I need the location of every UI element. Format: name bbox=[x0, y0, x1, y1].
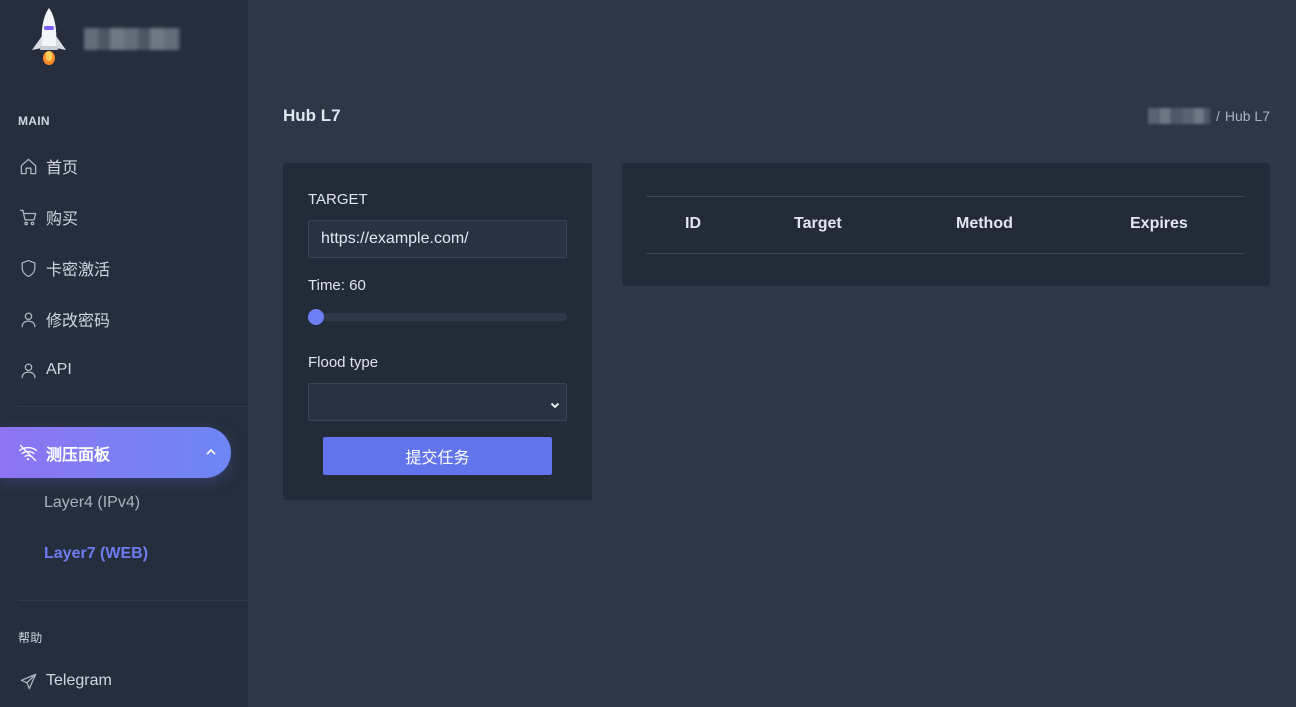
target-input[interactable] bbox=[308, 220, 567, 258]
sidebar-subitem-layer7[interactable]: Layer7 (WEB) bbox=[44, 545, 148, 563]
target-label: TARGET bbox=[308, 191, 368, 208]
sidebar-item-label: 测压面板 bbox=[46, 446, 111, 464]
tasks-table-card: ID Target Method Expires bbox=[622, 163, 1270, 286]
user-icon bbox=[18, 309, 38, 329]
table-header-bottom-border bbox=[646, 253, 1245, 254]
sidebar-item-api[interactable]: API bbox=[18, 354, 228, 386]
time-slider[interactable] bbox=[308, 309, 567, 325]
rocket-logo-icon bbox=[32, 8, 66, 65]
sidebar-item-home[interactable]: 首页 bbox=[18, 150, 228, 182]
sidebar-item-card-activate[interactable]: 卡密激活 bbox=[18, 252, 228, 284]
send-icon bbox=[18, 671, 38, 691]
sidebar-item-stress-panel[interactable]: 测压面板 bbox=[0, 427, 231, 478]
table-header-method: Method bbox=[956, 215, 1013, 232]
sidebar-item-label: Telegram bbox=[46, 672, 112, 689]
table-header-target: Target bbox=[794, 215, 842, 232]
sidebar-item-purchase[interactable]: 购买 bbox=[18, 201, 228, 233]
sidebar-item-label: API bbox=[46, 361, 72, 378]
page-title: Hub L7 bbox=[283, 106, 341, 125]
wifi-off-icon bbox=[18, 443, 38, 463]
sidebar-item-label: 修改密码 bbox=[46, 313, 111, 330]
sidebar-item-label: 首页 bbox=[46, 160, 79, 177]
chevron-down-icon bbox=[550, 397, 560, 409]
attack-form-card: TARGET Time: 60 Flood type 提交任务 bbox=[283, 163, 592, 500]
brand-name-blurred bbox=[84, 28, 180, 50]
table-header-expires: Expires bbox=[1130, 215, 1188, 232]
flood-type-select[interactable] bbox=[308, 383, 567, 421]
user-icon bbox=[18, 360, 38, 380]
time-label: Time: 60 bbox=[308, 277, 366, 294]
sidebar: MAIN 首页 购买 卡密激活 修改密码 API 测压面板 Layer4 (IP… bbox=[0, 0, 248, 707]
shield-icon bbox=[18, 258, 38, 278]
home-icon bbox=[18, 156, 38, 176]
flood-type-label: Flood type bbox=[308, 354, 379, 371]
sidebar-divider bbox=[18, 600, 248, 601]
breadcrumb-home-blurred[interactable] bbox=[1147, 108, 1210, 124]
breadcrumb: / Hub L7 bbox=[1147, 108, 1270, 124]
table-header-id: ID bbox=[685, 215, 701, 232]
sidebar-divider bbox=[18, 406, 248, 407]
sidebar-item-telegram[interactable]: Telegram bbox=[18, 665, 228, 697]
sidebar-item-label: 购买 bbox=[46, 211, 79, 228]
brand-logo[interactable] bbox=[24, 6, 224, 66]
table-top-border bbox=[646, 196, 1245, 197]
time-slider-thumb[interactable] bbox=[308, 309, 324, 325]
section-label-help: 帮助 bbox=[18, 631, 43, 645]
chevron-up-icon bbox=[205, 445, 217, 457]
sidebar-item-change-password[interactable]: 修改密码 bbox=[18, 303, 228, 335]
sidebar-item-label: 卡密激活 bbox=[46, 262, 111, 279]
submit-task-button[interactable]: 提交任务 bbox=[323, 437, 552, 475]
breadcrumb-separator: / bbox=[1215, 108, 1220, 124]
sidebar-subitem-layer4[interactable]: Layer4 (IPv4) bbox=[44, 494, 140, 512]
cart-icon bbox=[18, 207, 38, 227]
breadcrumb-current: Hub L7 bbox=[1224, 108, 1270, 124]
section-label-main: MAIN bbox=[18, 114, 50, 128]
